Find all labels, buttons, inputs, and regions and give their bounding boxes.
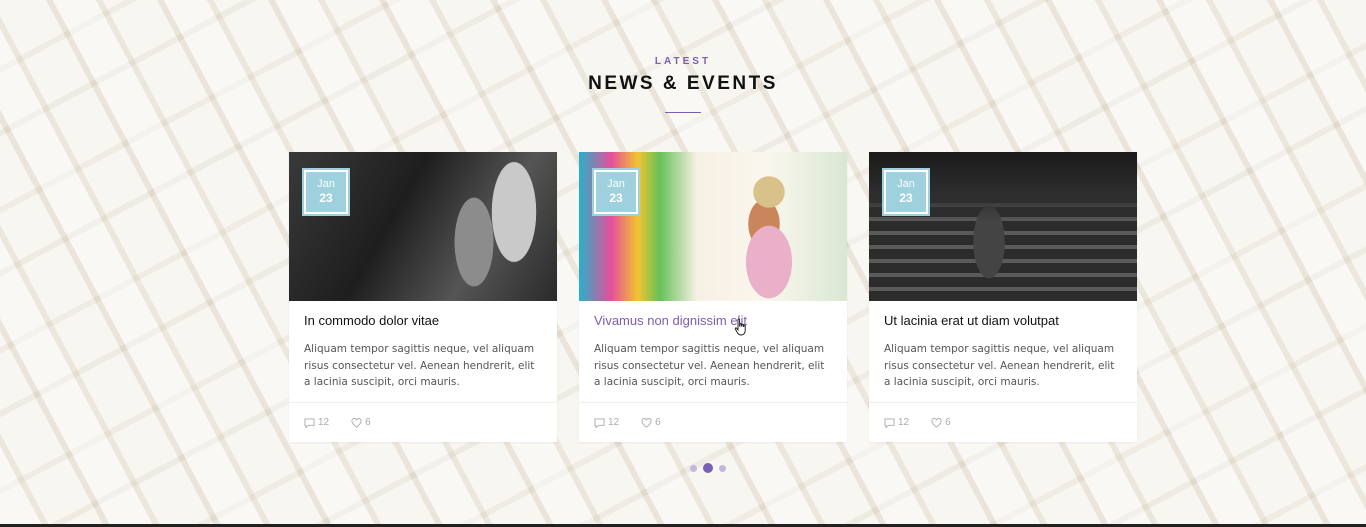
date-badge: Jan 23 bbox=[302, 168, 350, 216]
comment-count-value: 12 bbox=[608, 417, 620, 428]
comment-count-value: 12 bbox=[318, 417, 330, 428]
news-card-excerpt: Aliquam tempor sagittis neque, vel aliqu… bbox=[594, 343, 825, 388]
date-month: Jan bbox=[607, 178, 625, 190]
like-count[interactable]: 6 bbox=[641, 417, 661, 428]
news-card-meta: 12 6 bbox=[289, 402, 557, 442]
comment-count-value: 12 bbox=[898, 417, 910, 428]
news-carousel: Jan 23 In commodo dolor vitae Aliquam te… bbox=[289, 152, 1137, 442]
news-card-meta: 12 6 bbox=[579, 402, 847, 442]
news-card-title[interactable]: In commodo dolor vitae bbox=[304, 313, 542, 333]
comment-count[interactable]: 12 bbox=[884, 417, 909, 428]
date-month: Jan bbox=[317, 178, 335, 190]
title-divider bbox=[665, 112, 701, 113]
heart-icon bbox=[931, 417, 942, 428]
heart-icon bbox=[641, 417, 652, 428]
news-card-image[interactable]: Jan 23 bbox=[869, 152, 1137, 301]
section-eyebrow: LATEST bbox=[654, 56, 712, 67]
date-day: 23 bbox=[609, 191, 623, 205]
section-heading: LATEST NEWS & EVENTS bbox=[0, 56, 1366, 113]
date-badge: Jan 23 bbox=[882, 168, 930, 216]
like-count[interactable]: 6 bbox=[931, 417, 951, 428]
news-card: Jan 23 In commodo dolor vitae Aliquam te… bbox=[289, 152, 557, 442]
news-card-title[interactable]: Vivamus non dignissim elit bbox=[594, 313, 832, 333]
like-count-value: 6 bbox=[945, 417, 951, 428]
news-card-excerpt: Aliquam tempor sagittis neque, vel aliqu… bbox=[884, 343, 1115, 388]
news-card: Jan 23 Ut lacinia erat ut diam volutpat … bbox=[869, 152, 1137, 442]
like-count-value: 6 bbox=[365, 417, 371, 428]
carousel-pagination bbox=[690, 463, 726, 473]
comment-count[interactable]: 12 bbox=[594, 417, 619, 428]
comment-icon bbox=[304, 417, 315, 428]
carousel-dot[interactable] bbox=[690, 464, 697, 472]
date-badge: Jan 23 bbox=[592, 168, 640, 216]
news-card: Jan 23 Vivamus non dignissim elit Aliqua… bbox=[579, 152, 847, 442]
comment-icon bbox=[884, 417, 895, 428]
heart-icon bbox=[351, 417, 362, 428]
section-title: NEWS & EVENTS bbox=[588, 73, 778, 94]
date-day: 23 bbox=[899, 191, 913, 205]
comment-icon bbox=[594, 417, 605, 428]
carousel-dot[interactable] bbox=[719, 464, 726, 472]
news-card-excerpt: Aliquam tempor sagittis neque, vel aliqu… bbox=[304, 343, 535, 388]
news-card-image[interactable]: Jan 23 bbox=[579, 152, 847, 301]
like-count[interactable]: 6 bbox=[351, 417, 371, 428]
news-card-image[interactable]: Jan 23 bbox=[289, 152, 557, 301]
news-card-meta: 12 6 bbox=[869, 402, 1137, 442]
pointer-hand-icon bbox=[734, 318, 746, 336]
news-card-title[interactable]: Ut lacinia erat ut diam volutpat bbox=[884, 313, 1122, 333]
date-month: Jan bbox=[897, 178, 915, 190]
like-count-value: 6 bbox=[655, 417, 661, 428]
date-day: 23 bbox=[319, 191, 333, 205]
carousel-dot-active[interactable] bbox=[703, 463, 713, 473]
comment-count[interactable]: 12 bbox=[304, 417, 329, 428]
